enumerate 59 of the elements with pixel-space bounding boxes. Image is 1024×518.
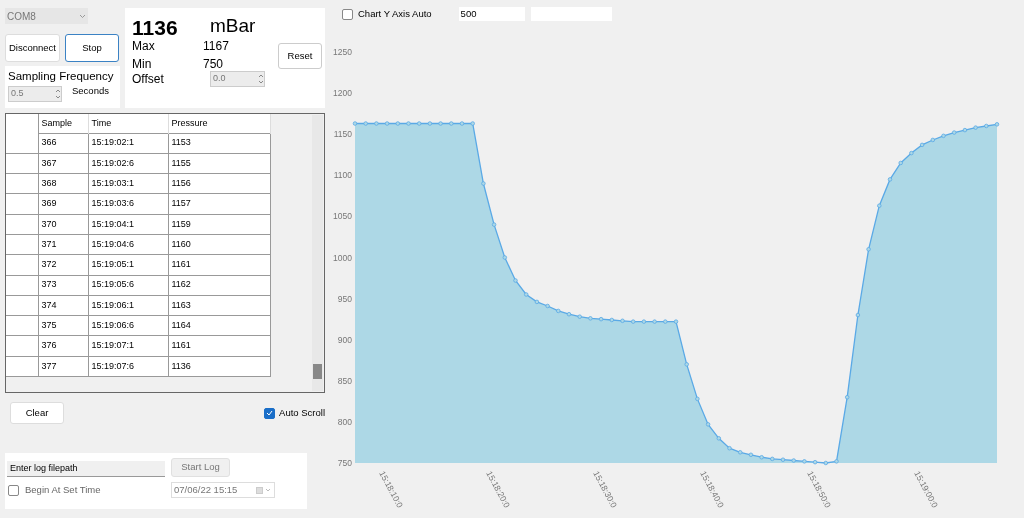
table-cell: 1153 [168, 133, 270, 154]
table-cell: 15:19:07:1 [88, 335, 168, 357]
table-cell: 369 [38, 193, 88, 215]
table-cell: 15:19:02:1 [88, 133, 168, 154]
table-cell: 375 [38, 315, 88, 336]
table-cell: 15:19:04:1 [88, 214, 168, 235]
table-cell: 1136 [168, 356, 270, 377]
table-cell: 15:19:05:1 [88, 254, 168, 276]
table-cell: 370 [38, 214, 88, 235]
table-cell: 372 [38, 254, 88, 276]
table-cell: 1161 [168, 335, 270, 357]
table-cell: 1159 [168, 214, 270, 235]
table-cell: 1155 [168, 153, 270, 174]
y-tick-label: 900 [337, 334, 352, 345]
table-cell: 15:19:04:6 [88, 234, 168, 255]
y-tick-label: 950 [337, 293, 352, 304]
table-cell: 376 [38, 335, 88, 357]
begin-at-set-time-label: Begin At Set Time [25, 483, 101, 497]
table-cell: 1157 [168, 193, 270, 215]
seconds-label: Seconds [72, 83, 109, 98]
table-cell: 366 [38, 133, 88, 154]
y-tick-label: 1150 [333, 129, 352, 140]
y-tick-label: 1250 [333, 47, 352, 57]
table-cell: 374 [38, 295, 88, 316]
table-cell: 15:19:03:1 [88, 173, 168, 194]
pressure-value: 1136 [132, 15, 178, 41]
sampling-title: Sampling Frequency [8, 69, 115, 84]
table-cell: 368 [38, 173, 88, 194]
table-cell: 367 [38, 153, 88, 174]
y-tick-label: 750 [337, 458, 352, 468]
y-axis-auto-label: Chart Y Axis Auto [358, 7, 432, 21]
table-cell: 15:19:06:6 [88, 315, 168, 336]
table-cell: 15:19:03:6 [88, 193, 168, 215]
table-cell: 371 [38, 234, 88, 255]
table-cell: 1164 [168, 315, 270, 336]
table-cell: 373 [38, 275, 88, 296]
table-cell: 1160 [168, 234, 270, 255]
y-tick-label: 1100 [333, 170, 352, 181]
table-cell: 1161 [168, 254, 270, 276]
min-label: Min [132, 56, 152, 73]
y-tick-label: 1200 [333, 88, 352, 99]
table-cell: 15:19:07:6 [88, 356, 168, 377]
y-tick-label: 800 [337, 416, 352, 427]
table-cell: 15:19:02:6 [88, 153, 168, 174]
table-cell: 1162 [168, 275, 270, 296]
table-cell: 1163 [168, 295, 270, 316]
table-cell: 377 [38, 356, 88, 377]
min-value: 750 [203, 56, 224, 73]
y-tick-label: 1050 [333, 211, 352, 222]
pressure-unit: mBar [210, 14, 256, 38]
table-cell: 15:19:06:1 [88, 295, 168, 316]
auto-scroll-label: Auto Scroll [279, 405, 325, 420]
y-tick-label: 1000 [333, 252, 352, 263]
table-cell: 1156 [168, 173, 270, 194]
max-value: 1167 [203, 38, 229, 55]
offset-label: Offset [132, 71, 164, 88]
max-label: Max [132, 38, 155, 55]
table-cell: 15:19:05:6 [88, 275, 168, 296]
y-tick-label: 850 [337, 375, 352, 386]
